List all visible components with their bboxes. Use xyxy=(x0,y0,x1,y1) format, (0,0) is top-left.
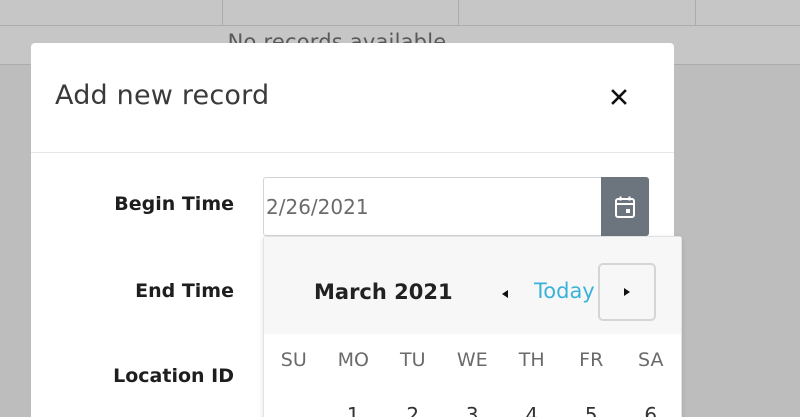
weekday-label: SU xyxy=(280,349,307,371)
grid-column-divider xyxy=(222,0,223,26)
begin-time-label: Begin Time xyxy=(114,193,234,215)
dialog-title: Add new record xyxy=(55,80,270,111)
weekday-label: MO xyxy=(337,349,369,371)
begin-time-field xyxy=(263,177,649,236)
day-cell[interactable]: 4 xyxy=(502,403,562,417)
day-cell[interactable]: 5 xyxy=(562,403,622,417)
datepicker-popup: March 2021 Today SU MO TU WE TH FR SA 1 … xyxy=(263,236,682,417)
day-cell[interactable]: 2 xyxy=(383,403,443,417)
grid-column-divider xyxy=(458,0,459,26)
next-month-button[interactable] xyxy=(598,263,656,321)
close-icon xyxy=(611,89,627,105)
triangle-left-icon xyxy=(502,290,508,298)
calendar-icon xyxy=(615,196,635,218)
grid-column-divider xyxy=(695,0,696,26)
datepicker-header: March 2021 Today xyxy=(264,237,681,334)
weekday-label: SA xyxy=(638,349,664,371)
day-row: 1 2 3 4 5 6 xyxy=(264,403,681,417)
location-id-label: Location ID xyxy=(113,365,234,387)
weekday-label: FR xyxy=(579,349,604,371)
weekday-label: TU xyxy=(399,349,426,371)
end-time-label: End Time xyxy=(135,280,234,302)
day-cell[interactable]: 1 xyxy=(324,403,384,417)
month-title[interactable]: March 2021 xyxy=(314,280,453,304)
day-cell[interactable]: 3 xyxy=(443,403,503,417)
weekday-label: WE xyxy=(456,349,488,371)
begin-time-input[interactable] xyxy=(264,178,602,235)
day-cell[interactable]: 6 xyxy=(621,403,681,417)
previous-month-button[interactable] xyxy=(490,279,520,309)
today-button[interactable]: Today xyxy=(534,279,595,303)
grid-header-row xyxy=(0,0,800,26)
dialog-header: Add new record xyxy=(31,43,674,153)
weekday-row: SU MO TU WE TH FR SA xyxy=(264,349,681,375)
close-button[interactable] xyxy=(601,81,637,113)
calendar-button[interactable] xyxy=(601,177,649,236)
triangle-right-icon xyxy=(624,288,630,296)
day-cell xyxy=(264,403,324,417)
weekday-label: TH xyxy=(518,349,545,371)
